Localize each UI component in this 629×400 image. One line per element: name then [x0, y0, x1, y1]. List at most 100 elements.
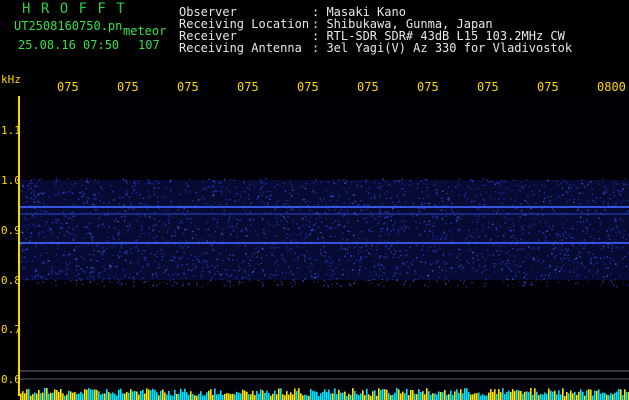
noise-dot — [432, 235, 434, 237]
noise-dot — [381, 203, 383, 205]
noise-dot — [245, 245, 247, 247]
noise-dot — [161, 196, 164, 198]
noise-dot — [563, 264, 565, 266]
noise-dot — [509, 268, 511, 270]
noise-dot — [409, 180, 411, 182]
noise-dot — [554, 248, 556, 250]
noise-dot — [86, 178, 88, 180]
noise-dot — [537, 214, 539, 216]
noise-dot — [538, 195, 540, 197]
noise-dot — [324, 189, 326, 191]
noise-dot — [237, 219, 240, 222]
noise-dot — [201, 286, 203, 288]
noise-dot — [425, 283, 427, 286]
noise-dot — [359, 269, 361, 271]
noise-dot — [229, 199, 231, 201]
noise-bar — [404, 393, 406, 400]
noise-dot — [402, 194, 404, 196]
noise-dot — [38, 193, 40, 195]
noise-bar — [484, 395, 486, 400]
noise-dot — [147, 196, 150, 199]
noise-bar — [272, 393, 274, 400]
noise-dot — [139, 235, 141, 237]
noise-bar — [422, 391, 424, 400]
noise-dot — [154, 253, 156, 256]
noise-dot — [97, 245, 99, 248]
noise-dot — [299, 208, 301, 210]
noise-bar — [330, 393, 332, 400]
noise-dot — [103, 278, 105, 280]
noise-dot — [530, 284, 532, 286]
noise-dot — [482, 256, 484, 258]
noise-bar — [22, 391, 24, 400]
noise-dot — [495, 227, 497, 229]
noise-dot — [223, 209, 225, 212]
noise-dot — [299, 226, 302, 229]
noise-bar — [124, 393, 126, 400]
noise-dot — [438, 202, 440, 205]
noise-dot — [582, 181, 584, 184]
noise-dot — [566, 182, 568, 184]
noise-dot — [156, 251, 159, 253]
noise-dot — [613, 284, 615, 286]
noise-dot — [421, 202, 423, 204]
noise-dot — [518, 271, 520, 273]
noise-dot — [609, 198, 611, 200]
noise-dot — [420, 261, 422, 263]
noise-dot — [415, 272, 417, 275]
noise-bar — [318, 395, 320, 400]
noise-dot — [559, 252, 561, 255]
x-tick-7: 075 — [417, 80, 439, 94]
noise-dot — [108, 201, 110, 204]
noise-bar — [128, 392, 130, 400]
noise-dot — [144, 250, 146, 252]
noise-dot — [269, 262, 271, 264]
noise-dot — [445, 210, 447, 212]
noise-dot — [34, 275, 36, 277]
noise-dot — [33, 178, 36, 180]
noise-dot — [527, 254, 529, 256]
noise-dot — [66, 178, 69, 180]
noise-bar — [264, 392, 266, 400]
noise-dot — [322, 237, 324, 239]
noise-dot — [320, 252, 322, 254]
noise-dot — [396, 268, 398, 270]
noise-dot — [331, 283, 333, 285]
noise-dot — [228, 191, 231, 193]
noise-bar — [354, 390, 356, 400]
noise-dot — [551, 208, 554, 210]
noise-dot — [238, 283, 240, 286]
noise-dot — [148, 227, 150, 229]
noise-dot — [265, 183, 267, 185]
noise-dot — [45, 210, 48, 212]
noise-dot — [565, 248, 567, 250]
noise-bar — [176, 394, 178, 400]
noise-dot — [441, 269, 444, 271]
noise-dot — [425, 262, 427, 264]
noise-dot — [552, 248, 555, 250]
noise-dot — [239, 193, 241, 195]
noise-dot — [196, 258, 198, 260]
noise-bar — [208, 390, 210, 400]
noise-dot — [550, 196, 552, 198]
noise-dot — [260, 181, 262, 183]
noise-bar — [246, 391, 248, 400]
noise-dot — [339, 263, 341, 265]
noise-dot — [309, 257, 312, 259]
noise-dot — [380, 263, 382, 266]
noise-dot — [378, 187, 381, 190]
noise-dot — [419, 210, 421, 213]
noise-dot — [239, 244, 241, 247]
noise-dot — [338, 179, 340, 181]
noise-dot — [392, 275, 394, 277]
noise-dot — [531, 247, 534, 249]
noise-dot — [254, 230, 257, 232]
noise-dot — [457, 229, 459, 231]
noise-dot — [440, 209, 442, 211]
noise-dot — [46, 221, 48, 223]
noise-dot — [73, 185, 75, 187]
noise-dot — [373, 193, 375, 195]
noise-dot — [608, 234, 610, 236]
noise-dot — [569, 190, 571, 192]
noise-dot — [41, 244, 43, 246]
